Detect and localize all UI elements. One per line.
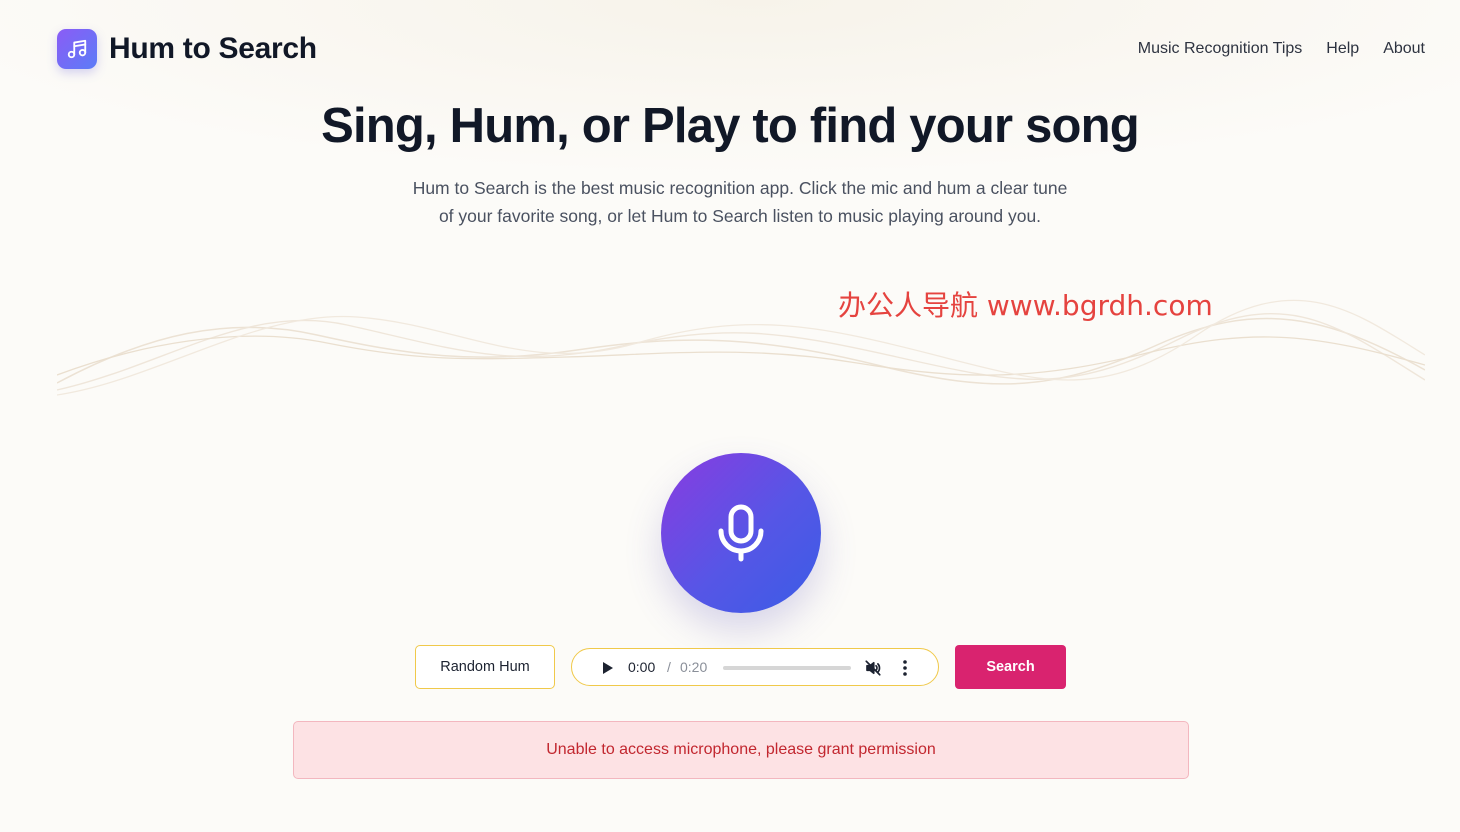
hero-subtitle: Hum to Search is the best music recognit… — [370, 174, 1110, 230]
search-button[interactable]: Search — [955, 645, 1066, 689]
brand-title[interactable]: Hum to Search — [109, 30, 317, 68]
music-note-icon — [67, 39, 87, 59]
play-icon[interactable] — [602, 661, 614, 675]
more-vertical-icon[interactable] — [902, 659, 908, 677]
hero-subtitle-line-1: Hum to Search is the best music recognit… — [412, 178, 1068, 198]
hero-title: Sing, Hum, or Play to find your song — [321, 99, 1140, 153]
random-hum-button[interactable]: Random Hum — [415, 645, 555, 689]
sound-wave-decoration — [57, 299, 1425, 396]
top-nav: Music Recognition Tips Help About — [1138, 38, 1425, 60]
microphone-icon — [718, 504, 764, 562]
audio-duration: 0:20 — [680, 659, 708, 675]
audio-current-time: 0:00 — [628, 659, 656, 675]
hero-subtitle-line-2: of your favorite song, or let Hum to Sea… — [438, 206, 1042, 226]
header: Hum to Search Music Recognition Tips Hel… — [0, 0, 1460, 100]
nav-help[interactable]: Help — [1326, 38, 1359, 60]
nav-music-recognition-tips[interactable]: Music Recognition Tips — [1138, 38, 1303, 60]
nav-about[interactable]: About — [1383, 38, 1425, 60]
record-mic-button[interactable] — [661, 453, 821, 613]
audio-player: 0:00 / 0:20 — [571, 648, 939, 686]
audio-progress-bar[interactable] — [723, 666, 851, 670]
error-message: Unable to access microphone, please gran… — [546, 741, 936, 758]
volume-muted-icon[interactable] — [864, 659, 882, 677]
page: Hum to Search Music Recognition Tips Hel… — [0, 0, 1460, 832]
error-alert: Unable to access microphone, please gran… — [293, 721, 1189, 779]
logo[interactable] — [57, 29, 97, 69]
audio-time-separator: / — [667, 659, 671, 675]
